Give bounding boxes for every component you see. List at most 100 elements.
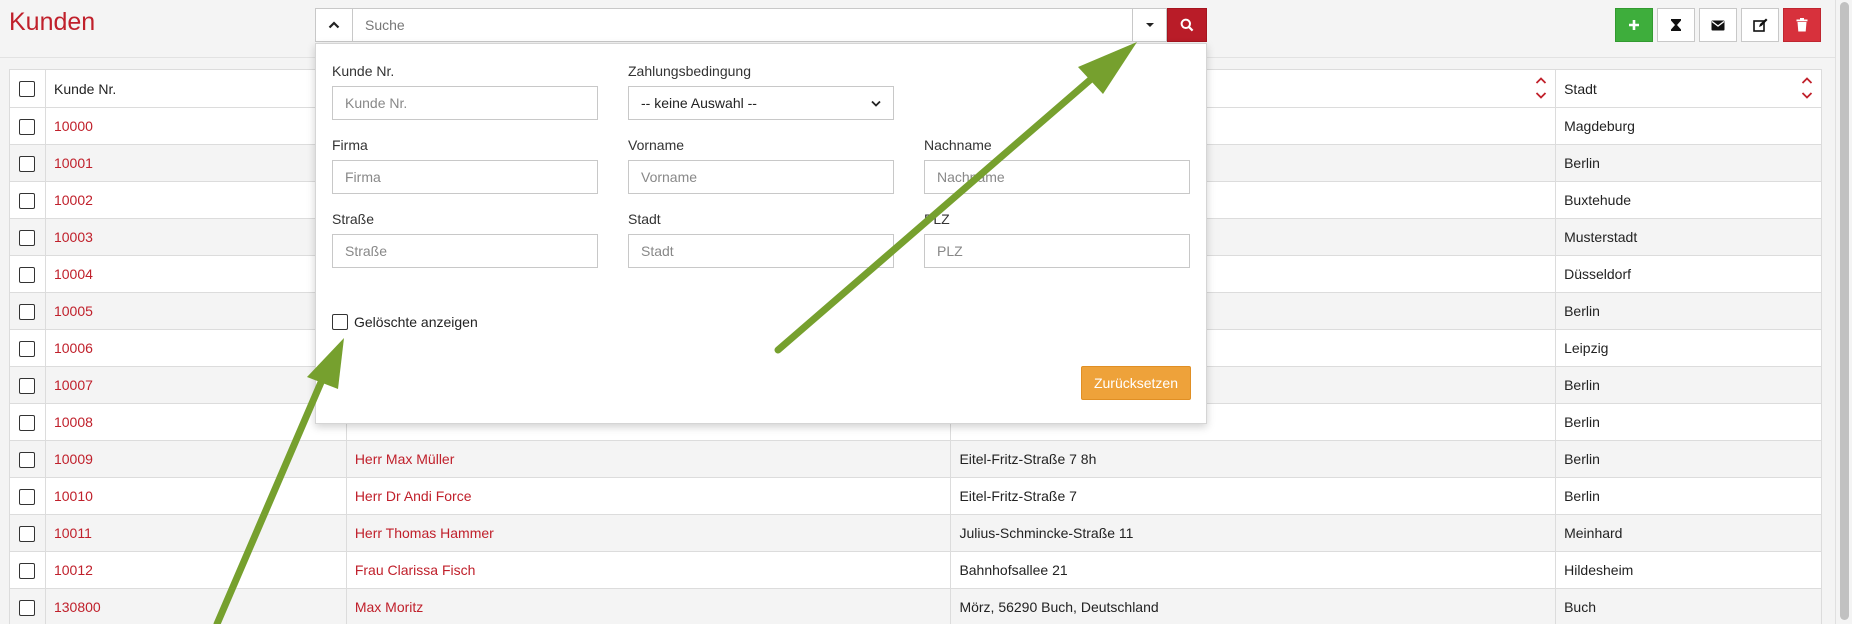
chevron-up-icon: [328, 21, 340, 29]
zahlungsbedingung-selected: -- keine Auswahl --: [641, 95, 757, 111]
customer-street: Mörz, 56290 Buch, Deutschland: [950, 588, 1557, 624]
customer-city: Berlin: [1555, 292, 1822, 330]
customer-number-link[interactable]: 10012: [44, 551, 347, 589]
label-stadt: Stadt: [628, 211, 661, 227]
collapse-filter-button[interactable]: [315, 8, 353, 42]
customer-name-link[interactable]: Max Moritz: [345, 588, 952, 624]
label-nachname: Nachname: [924, 137, 992, 153]
row-checkbox[interactable]: [19, 562, 36, 579]
customer-city: Berlin: [1555, 403, 1822, 441]
customer-number-link[interactable]: 10001: [44, 144, 347, 182]
customer-city: Hildesheim: [1555, 551, 1822, 589]
customer-street: Julius-Schmincke-Straße 11: [950, 514, 1557, 552]
search-bar: [315, 8, 1207, 42]
customer-city: Buxtehude: [1555, 181, 1822, 219]
customer-number-link[interactable]: 10006: [44, 329, 347, 367]
customer-street: Eitel-Fritz-Straße 7: [950, 477, 1557, 515]
edit-button[interactable]: [1741, 8, 1779, 42]
hourglass-icon: [1671, 19, 1681, 31]
sort-icon[interactable]: [1535, 75, 1547, 101]
history-button[interactable]: [1657, 8, 1695, 42]
reset-button[interactable]: Zurücksetzen: [1081, 366, 1191, 400]
label-strasse: Straße: [332, 211, 375, 227]
plz-input[interactable]: [924, 234, 1190, 268]
row-checkbox[interactable]: [19, 155, 36, 172]
table-row[interactable]: 10009 Herr Max Müller Eitel-Fritz-Straße 7…: [9, 440, 1822, 478]
customer-number-link[interactable]: 10008: [44, 403, 347, 441]
customer-number-link[interactable]: 10009: [44, 440, 347, 478]
row-checkbox[interactable]: [19, 229, 36, 246]
customer-number-link[interactable]: 10004: [44, 255, 347, 293]
row-checkbox[interactable]: [19, 525, 36, 542]
label-plz: PLZ: [924, 211, 950, 227]
row-checkbox[interactable]: [19, 303, 36, 320]
select-all-checkbox[interactable]: [19, 81, 36, 98]
header-stadt[interactable]: Stadt: [1555, 69, 1822, 108]
nachname-input[interactable]: [924, 160, 1190, 194]
add-button[interactable]: [1615, 8, 1653, 42]
vorname-input[interactable]: [628, 160, 894, 194]
customer-number-link[interactable]: 10010: [44, 477, 347, 515]
vertical-scrollbar[interactable]: [1835, 0, 1852, 624]
header-kunde-nr[interactable]: Kunde Nr.: [44, 69, 347, 108]
search-icon: [1180, 18, 1194, 32]
trash-icon: [1796, 18, 1808, 32]
email-button[interactable]: [1699, 8, 1737, 42]
stadt-input[interactable]: [628, 234, 894, 268]
filter-panel: Kunde Nr. Zahlungsbedingung -- keine Aus…: [315, 43, 1207, 424]
row-checkbox[interactable]: [19, 599, 36, 616]
customer-name-link[interactable]: Herr Thomas Hammer: [345, 514, 952, 552]
customer-number-link[interactable]: 130800: [44, 588, 347, 624]
customer-name-link[interactable]: Herr Dr Andi Force: [345, 477, 952, 515]
select-all-cell: [9, 69, 46, 108]
search-button[interactable]: [1167, 8, 1207, 42]
plus-icon: [1629, 20, 1639, 30]
customer-number-link[interactable]: 10003: [44, 218, 347, 256]
customer-number-link[interactable]: 10007: [44, 366, 347, 404]
sort-icon[interactable]: [1801, 75, 1813, 101]
customer-city: Meinhard: [1555, 514, 1822, 552]
table-row[interactable]: 10012 Frau Clarissa Fisch Bahnhofsallee 21…: [9, 551, 1822, 589]
customer-city: Berlin: [1555, 440, 1822, 478]
table-row[interactable]: 10010 Herr Dr Andi Force Eitel-Fritz-Straß…: [9, 477, 1822, 515]
kunde-nr-input[interactable]: [332, 86, 598, 120]
customer-number-link[interactable]: 10002: [44, 181, 347, 219]
show-deleted-checkbox[interactable]: [332, 314, 348, 330]
customer-number-link[interactable]: 10005: [44, 292, 347, 330]
label-zahlungsbedingung: Zahlungsbedingung: [628, 63, 751, 79]
zahlungsbedingung-select[interactable]: -- keine Auswahl --: [628, 86, 894, 120]
label-vorname: Vorname: [628, 137, 685, 153]
strasse-input[interactable]: [332, 234, 598, 268]
customer-street: Eitel-Fritz-Straße 7 8h: [950, 440, 1557, 478]
customer-number-link[interactable]: 10000: [44, 107, 347, 145]
row-checkbox[interactable]: [19, 192, 36, 209]
customer-city: Berlin: [1555, 144, 1822, 182]
customer-name-link[interactable]: Frau Clarissa Fisch: [345, 551, 952, 589]
caret-down-icon: [1145, 23, 1154, 27]
row-checkbox[interactable]: [19, 340, 36, 357]
label-kunde-nr: Kunde Nr.: [332, 63, 395, 79]
row-checkbox[interactable]: [19, 266, 36, 283]
row-checkbox[interactable]: [19, 488, 36, 505]
row-checkbox[interactable]: [19, 451, 36, 468]
firma-input[interactable]: [332, 160, 598, 194]
customer-city: Magdeburg: [1555, 107, 1822, 145]
delete-button[interactable]: [1783, 8, 1821, 42]
show-deleted-option[interactable]: Gelöschte anzeigen: [332, 314, 478, 330]
edit-icon: [1752, 18, 1767, 32]
row-checkbox[interactable]: [19, 414, 36, 431]
filter-dropdown-button[interactable]: [1133, 8, 1167, 42]
customer-number-link[interactable]: 10011: [44, 514, 347, 552]
row-checkbox[interactable]: [19, 118, 36, 135]
customer-name-link[interactable]: Herr Max Müller: [345, 440, 952, 478]
customer-city: Leipzig: [1555, 329, 1822, 367]
table-row[interactable]: 130800 Max Moritz Mörz, 56290 Buch, Deutsc…: [9, 588, 1822, 624]
show-deleted-label: Gelöschte anzeigen: [354, 314, 478, 330]
customer-city: Musterstadt: [1555, 218, 1822, 256]
row-checkbox[interactable]: [19, 377, 36, 394]
label-firma: Firma: [332, 137, 368, 153]
scrollbar-thumb[interactable]: [1840, 2, 1849, 620]
search-input[interactable]: [353, 8, 1133, 42]
table-row[interactable]: 10011 Herr Thomas Hammer Julius-Schmincke-…: [9, 514, 1822, 552]
customer-city: Berlin: [1555, 366, 1822, 404]
